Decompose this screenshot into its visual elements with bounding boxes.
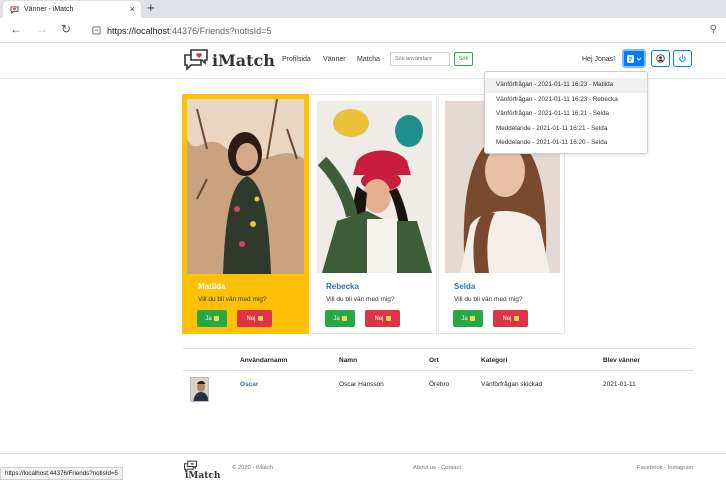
friend-username-link[interactable]: Oscar <box>240 381 258 388</box>
footer-social-links[interactable]: Facebook - Instagram <box>637 465 693 471</box>
avatar-oscar <box>191 378 208 401</box>
column-header-username: Användarnamn <box>240 357 288 364</box>
photo-rebecka <box>317 101 432 273</box>
accept-button[interactable]: Ja <box>197 310 227 327</box>
friend-name[interactable]: Selda <box>454 282 475 291</box>
profile-button[interactable] <box>651 50 670 67</box>
friend-name[interactable]: Matilda <box>198 282 226 291</box>
browser-toolbar: ← → ↻ https://localhost:44376/Friends?no… <box>0 18 726 43</box>
friend-question: Vill du bli vän med mig? <box>326 296 395 303</box>
footer-copyright: © 2020 - iMatch <box>232 465 274 471</box>
thumbs-up-icon <box>341 316 347 321</box>
friend-category: Vänförfrågan skickad <box>481 381 543 388</box>
notification-item[interactable]: Vänförfrågan - 2021-01-11 16:23 - Rebeck… <box>485 93 647 108</box>
photo-matilda <box>187 99 304 274</box>
column-header-since: Blev vänner <box>603 357 640 364</box>
thumbs-up-icon <box>213 316 219 321</box>
friend-fullname: Oscar Hansson <box>339 381 384 388</box>
greeting: Hej Jonas! <box>582 56 616 63</box>
notifications-button[interactable] <box>622 49 646 68</box>
reload-icon[interactable]: ↻ <box>61 22 71 36</box>
table-header: Användarnamn Namn Ort Kategori Blev vänn… <box>183 348 694 371</box>
profile-photo <box>187 99 304 274</box>
url-path: :44376/Friends?notisId=5 <box>169 25 272 36</box>
column-header-name: Namn <box>339 357 358 364</box>
user-icon <box>656 54 665 63</box>
column-header-city: Ort <box>429 357 439 364</box>
notification-item[interactable]: Meddelande - 2021-01-11 16:20 - Selda <box>485 136 647 151</box>
decline-button[interactable]: Nej <box>237 310 272 327</box>
notifications-dropdown: Vänförfrågan - 2021-01-11 16:23 - Matild… <box>484 71 648 154</box>
power-icon <box>679 54 686 62</box>
friend-request-card[interactable]: Matilda Vill du bli vän med mig? Ja Nej <box>182 94 309 334</box>
friends-table: Användarnamn Namn Ort Kategori Blev vänn… <box>183 348 694 407</box>
browser-tab-bar: Vänner - iMatch × + <box>0 0 726 18</box>
friend-request-card[interactable]: Rebecka Vill du bli vän med mig? Ja Nej <box>310 94 437 334</box>
nav-link-vanner[interactable]: Vänner <box>323 56 346 63</box>
thumbs-down-icon <box>513 316 519 321</box>
tab-close-icon[interactable]: × <box>130 4 135 14</box>
table-row: Oscar Oscar Hansson Örebro Vänförfrågan … <box>183 371 694 407</box>
decline-button[interactable]: Nej <box>365 310 400 327</box>
accept-button[interactable]: Ja <box>325 310 355 327</box>
nav-link-matcha[interactable]: Matcha <box>357 56 380 63</box>
friend-question: Vill du bli vän med mig? <box>454 296 523 303</box>
forward-arrow-icon[interactable]: → <box>36 22 48 36</box>
url-host: https://localhost <box>107 25 170 36</box>
friend-city: Örebro <box>429 381 450 388</box>
footer-logo[interactable]: iMatch <box>183 460 220 481</box>
profile-photo <box>317 101 432 273</box>
footer-about-contact[interactable]: About us - Contact <box>413 465 461 471</box>
avatar <box>190 377 209 402</box>
notification-item[interactable]: Vänförfrågan - 2021-01-11 16:23 - Matild… <box>485 78 647 93</box>
search-button[interactable]: Sök <box>454 52 473 66</box>
heart-chat-icon <box>10 5 19 14</box>
notification-item[interactable]: Meddelande - 2021-01-11 16:21 - Selda <box>485 122 647 137</box>
browser-tab[interactable]: Vänner - iMatch × <box>3 1 141 18</box>
brand-name: iMatch <box>212 50 275 70</box>
logout-button[interactable] <box>673 50 692 67</box>
heart-chat-logo-icon <box>184 49 208 71</box>
thumbs-down-icon <box>385 316 391 321</box>
address-bar[interactable]: https://localhost:44376/Friends?notisId=… <box>84 21 721 40</box>
back-arrow-icon[interactable]: ← <box>10 22 22 36</box>
nav-link-profilsida[interactable]: Profilsida <box>282 56 311 63</box>
browser-status-bar: https://localhost:44376/Friends?notisId=… <box>0 467 123 480</box>
friend-name[interactable]: Rebecka <box>326 282 359 291</box>
thumbs-down-icon <box>257 316 263 321</box>
bell-icon <box>627 54 641 63</box>
zoom-icon[interactable]: ⚲ <box>710 24 717 35</box>
brand-logo[interactable]: iMatch <box>183 48 275 72</box>
accept-button[interactable]: Ja <box>453 310 483 327</box>
decline-button[interactable]: Nej <box>493 310 528 327</box>
friend-since: 2021-01-11 <box>603 381 636 388</box>
tab-title: Vänner - iMatch <box>24 6 74 13</box>
column-header-category: Kategori <box>481 357 508 364</box>
new-tab-button[interactable]: + <box>147 0 155 15</box>
notification-item[interactable]: Vänförfrågan - 2021-01-11 16:21 - Selda <box>485 107 647 122</box>
page-info-icon[interactable] <box>92 26 101 35</box>
search-input[interactable]: Sök användare <box>390 52 450 66</box>
thumbs-up-icon <box>469 316 475 321</box>
friend-question: Vill du bli vän med mig? <box>198 296 267 303</box>
